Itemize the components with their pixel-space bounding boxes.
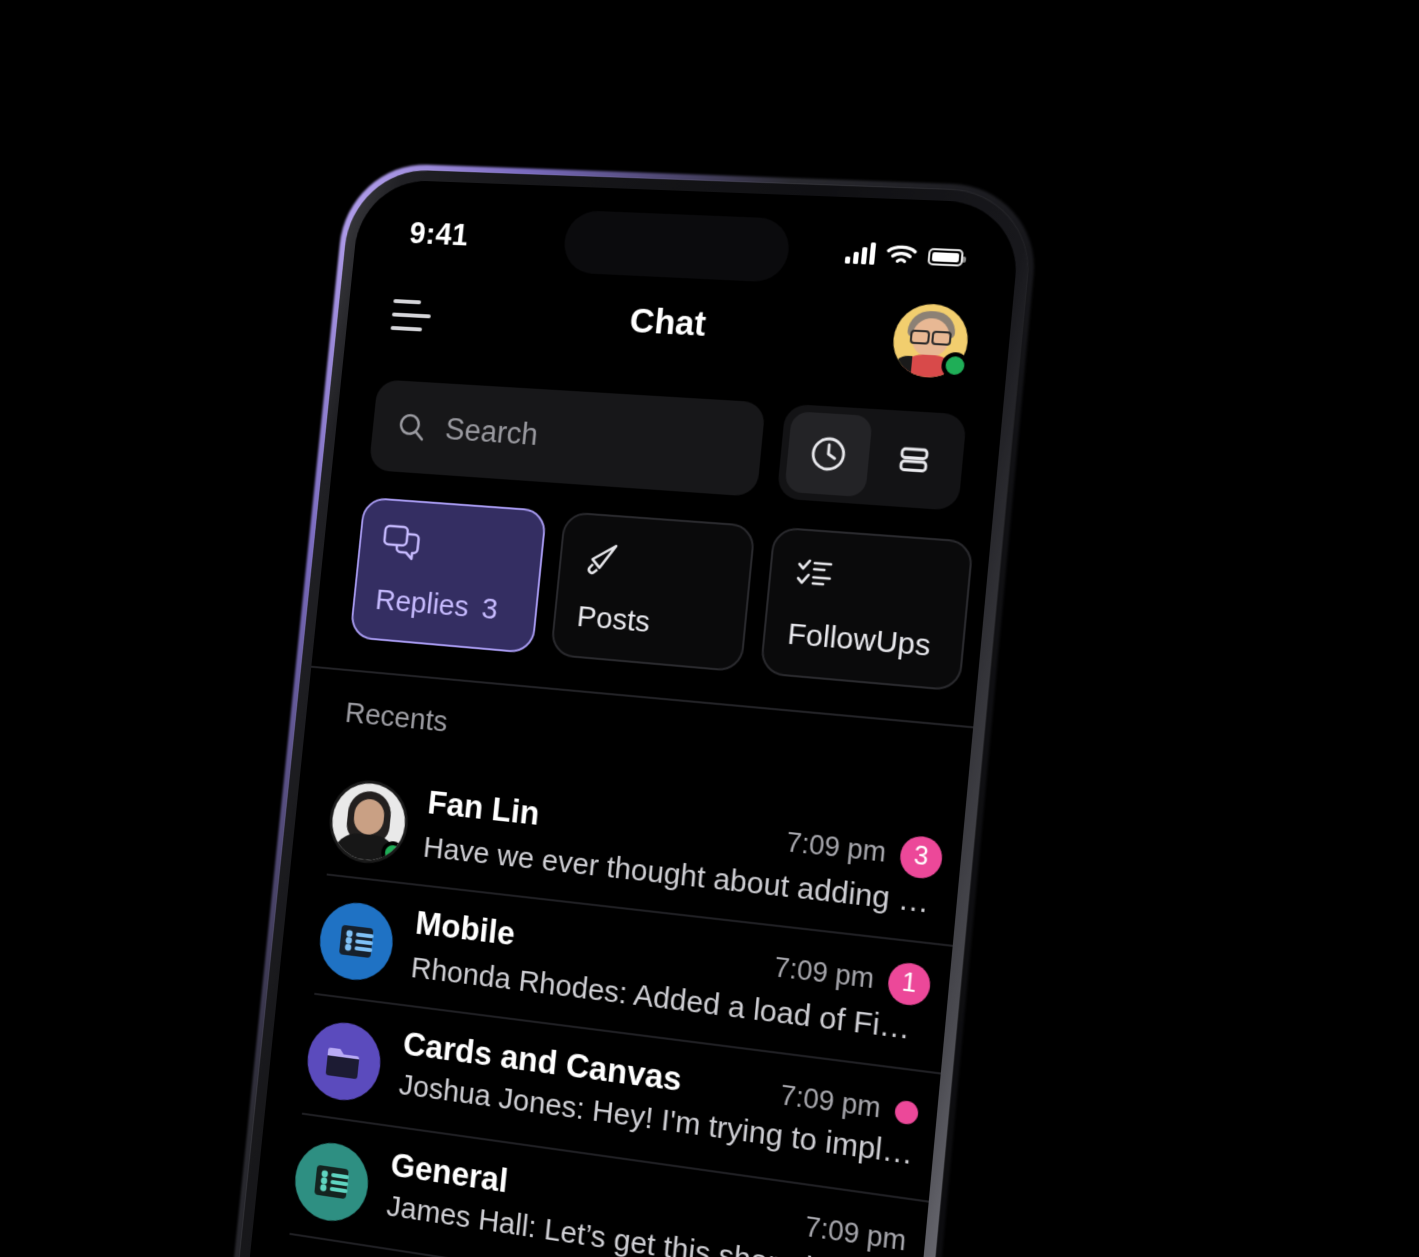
- filter-chip-replies[interactable]: Replies 3: [349, 496, 548, 655]
- phone-mockup: 9:41 Chat Search Replies 3 Posts FollowU…: [203, 161, 1042, 1257]
- page-title: Chat: [628, 301, 708, 344]
- list-item-time: 7:09 pm: [784, 826, 888, 868]
- view-toggle-group: [776, 403, 968, 511]
- presence-indicator-online: [380, 840, 405, 865]
- channel-icon-list: [316, 898, 397, 985]
- search-input[interactable]: Search: [368, 379, 766, 497]
- wifi-icon: [885, 243, 918, 267]
- channel-icon-folder: [303, 1018, 385, 1105]
- folder-icon: [325, 1047, 360, 1080]
- filter-chip-posts[interactable]: Posts: [549, 511, 756, 673]
- unread-badge: 3: [898, 833, 944, 880]
- list-lines-icon: [338, 924, 374, 959]
- view-toggle-list[interactable]: [869, 416, 959, 503]
- status-time: 9:41: [407, 216, 470, 253]
- list-item-meta: 7:09 pm: [779, 1079, 920, 1129]
- filter-chip-posts-label: Posts: [575, 600, 652, 640]
- view-toggle-recent[interactable]: [784, 411, 873, 498]
- battery-icon: [927, 247, 964, 267]
- filter-chip-row: Replies 3 Posts FollowUps Acti: [348, 496, 1023, 712]
- screenshot-stage: 9:41 Chat Search Replies 3 Posts FollowU…: [0, 0, 1419, 1257]
- search-placeholder: Search: [443, 411, 540, 452]
- nav-bar: Chat: [344, 270, 1014, 394]
- list-item-name: Fan Lin: [426, 783, 542, 832]
- list-item-time: 7:09 pm: [778, 1079, 883, 1124]
- section-title-recents: Recents: [343, 696, 450, 739]
- checklist-icon: [791, 553, 946, 610]
- search-row: Search: [368, 376, 968, 514]
- contact-avatar: [328, 779, 409, 865]
- list-item[interactable]: General 7:09 pm James Hall: Let’s get th…: [289, 1114, 929, 1257]
- presence-indicator-online: [940, 351, 970, 380]
- filter-chip-replies-label: Replies 3: [374, 584, 516, 629]
- megaphone-icon: [581, 537, 730, 592]
- stacked-rows-icon: [889, 436, 938, 484]
- channel-icon-list: [291, 1138, 372, 1227]
- search-icon: [396, 411, 429, 444]
- unread-dot: [894, 1099, 920, 1126]
- chip-count: 3: [480, 592, 500, 626]
- list-lines-icon: [314, 1164, 350, 1200]
- list-item-name: Mobile: [413, 903, 517, 953]
- status-icons: [844, 241, 964, 268]
- list-item-body: General 7:09 pm James Hall: Let’s get th…: [385, 1146, 927, 1257]
- list-item-body: Cards and Canvas 7:09 pm Joshua Jones: H…: [397, 1024, 939, 1175]
- chat-bubbles-icon: [379, 522, 522, 576]
- cellular-signal-icon: [844, 241, 877, 265]
- chat-list: Fan Lin 7:09 pm 3 Have we ever thought a…: [289, 756, 965, 1257]
- list-item-header: General 7:09 pm: [389, 1146, 908, 1257]
- list-item-preview: Joshua Jones: Hey! I'm trying to impleme…: [397, 1068, 916, 1173]
- list-item-meta: 7:09 pm 1: [772, 947, 933, 1007]
- list-item-header: Cards and Canvas 7:09 pm: [401, 1024, 920, 1130]
- filter-chip-activity-label: Acti: [1006, 635, 1023, 675]
- activity-pulse-icon: [1011, 569, 1022, 627]
- list-item-time: 7:09 pm: [772, 951, 876, 995]
- list-item-meta: 7:09 pm 3: [784, 822, 944, 880]
- unread-badge: 1: [886, 960, 933, 1007]
- chip-text: Replies: [373, 583, 471, 624]
- filter-chip-followups[interactable]: FollowUps: [759, 526, 974, 692]
